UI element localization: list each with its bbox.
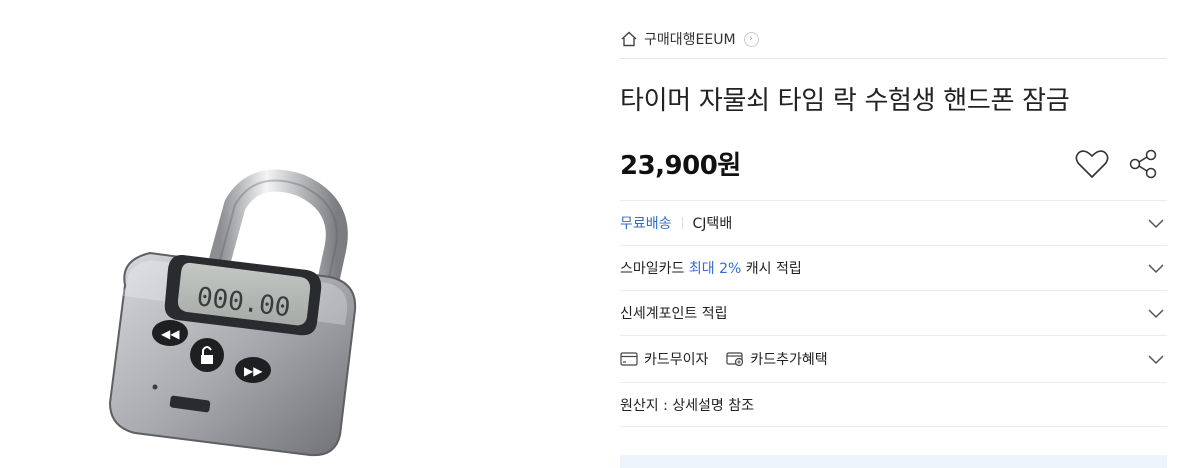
chevron-right-icon[interactable]: › <box>743 31 759 47</box>
heart-icon <box>1075 150 1109 178</box>
origin-label: 원산지 : 상세설명 참조 <box>620 397 754 414</box>
currency-suffix: 원 <box>717 151 741 181</box>
smile-card-prefix: 스마일카드 <box>620 261 689 277</box>
share-icon <box>1129 149 1157 179</box>
card-installment-label: 카드무이자 <box>644 352 709 368</box>
smile-card-suffix: 캐시 적립 <box>741 261 802 277</box>
chevron-down-icon[interactable] <box>1147 351 1165 367</box>
shop-name-link[interactable]: 구매대행EEUM <box>644 29 736 49</box>
shinsegae-point-row[interactable]: 신세계포인트 적립 <box>620 290 1167 335</box>
chevron-down-icon[interactable] <box>1147 260 1165 276</box>
bottom-banner[interactable] <box>620 455 1167 468</box>
divider <box>620 58 1167 59</box>
card-benefit-row[interactable]: 카드무이자 카드추가혜택 <box>620 335 1167 382</box>
card-installment-item[interactable]: 카드무이자 <box>620 349 708 369</box>
shinsegae-point-label: 신세계포인트 적립 <box>620 306 728 322</box>
card-extra-benefit-label: 카드추가혜택 <box>750 352 828 368</box>
credit-card-icon <box>620 352 638 366</box>
svg-text:◀◀: ◀◀ <box>161 327 180 341</box>
smile-card-highlight: 최대 2% <box>688 261 742 277</box>
svg-text:▶▶: ▶▶ <box>244 364 263 378</box>
wishlist-button[interactable] <box>1075 148 1109 180</box>
product-price: 23,900원 <box>620 145 741 182</box>
info-rows: 무료배송 CJ택배 스마일카드 최대 2% 캐시 적립 신세계포인트 적립 카드… <box>620 200 1167 427</box>
origin-row: 원산지 : 상세설명 참조 <box>620 382 1167 427</box>
chevron-down-icon[interactable] <box>1147 215 1165 231</box>
price-value: 23,900 <box>620 151 718 181</box>
home-icon[interactable] <box>620 30 638 48</box>
separator <box>681 217 683 229</box>
product-title: 타이머 자물쇠 타임 락 수험생 핸드폰 잠금 <box>620 86 1070 116</box>
smile-card-row[interactable]: 스마일카드 최대 2% 캐시 적립 <box>620 245 1167 290</box>
share-button[interactable] <box>1127 148 1159 180</box>
carrier-label: CJ택배 <box>692 216 733 232</box>
card-benefit-icon <box>726 352 744 366</box>
product-info-panel: 구매대행EEUM › 타이머 자물쇠 타임 락 수험생 핸드폰 잠금 23,90… <box>620 0 1167 468</box>
shipping-row[interactable]: 무료배송 CJ택배 <box>620 200 1167 245</box>
chevron-down-icon[interactable] <box>1147 305 1165 321</box>
breadcrumb[interactable]: 구매대행EEUM › <box>620 26 759 52</box>
card-extra-benefit-item[interactable]: 카드추가혜택 <box>726 349 828 369</box>
product-image: 000.00 ◀◀ ▶▶ <box>108 169 357 457</box>
product-image-area: 000.00 ◀◀ ▶▶ <box>0 0 580 468</box>
free-shipping-label: 무료배송 <box>620 216 672 232</box>
